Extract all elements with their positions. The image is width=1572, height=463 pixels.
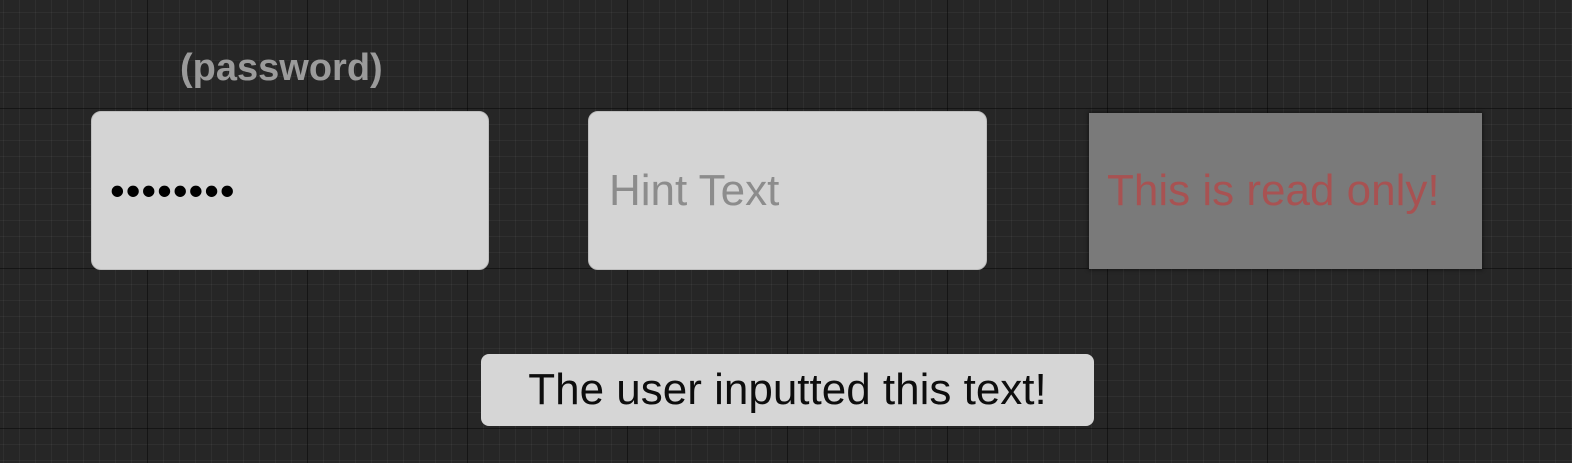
- readonly-textbox: This is read only!: [1089, 113, 1482, 269]
- widget-canvas: (password) This is read only! The user i…: [0, 0, 1572, 463]
- hint-input[interactable]: [589, 112, 986, 269]
- user-input-display: The user inputted this text!: [481, 354, 1094, 426]
- hint-textbox[interactable]: [588, 111, 987, 270]
- password-input[interactable]: [92, 112, 488, 269]
- readonly-text: This is read only!: [1107, 166, 1440, 215]
- password-textbox[interactable]: [91, 111, 489, 270]
- password-label: (password): [180, 47, 383, 89]
